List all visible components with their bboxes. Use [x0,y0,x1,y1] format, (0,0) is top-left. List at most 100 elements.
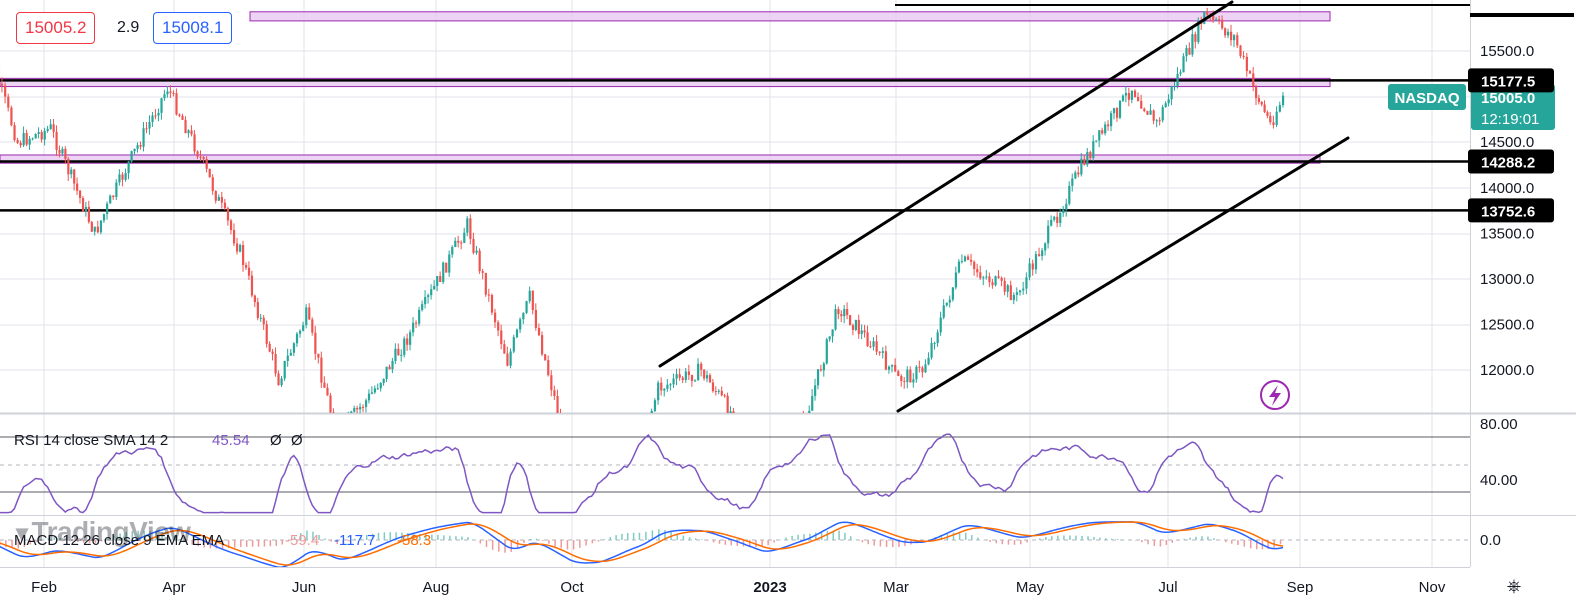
macd-hist-bar [1183,538,1185,540]
candle-body [918,366,921,368]
price-tick-label: 12000.0 [1480,362,1534,379]
macd-hist-bar [541,540,544,541]
candle-body [490,294,494,313]
candle-body [305,307,308,326]
macd-hist-bar [1207,536,1209,540]
macd-hist-bar [1026,540,1028,543]
candle-body [787,439,789,446]
candle-body [277,373,280,386]
candle-body [1146,111,1149,115]
candle-body [751,445,753,456]
channel-upper-line[interactable] [658,0,1234,368]
candle-body [1275,111,1278,125]
rsi-panel[interactable]: RSI 14 close SMA 14 2 45.54 Ø Ø 80.00 40… [0,416,1518,514]
candle-body [466,218,469,233]
horizontal-levels[interactable] [0,79,1470,212]
macd-hist-bar [603,539,606,540]
flash-icon[interactable] [1260,380,1290,410]
bid-price-box[interactable]: 15005.2 [16,12,96,44]
macd-hist-bar [233,540,236,548]
candle-body [163,94,166,99]
macd-hist-bar [1032,540,1035,541]
macd-hist-bar [791,535,793,540]
macd-hist-bar [597,540,600,542]
candle-body [90,221,93,232]
macd-hist-bar [867,540,869,545]
candle-body [184,119,187,134]
candle-body [308,307,311,320]
macd-hist-bar [645,531,647,540]
macd-hist-bar [1001,540,1004,545]
candle-body [1056,216,1059,223]
macd-hist-bar [1063,535,1065,540]
trend-channel[interactable] [658,0,1350,413]
macd-hist-bar [1093,536,1095,540]
macd-hist-bar [797,534,799,540]
macd-hist-bar [324,538,326,540]
candle-body [81,197,85,212]
candle-body [903,381,906,383]
candle-body [433,285,436,290]
candle-body [857,319,860,334]
candle-body [900,376,903,382]
candle-body [840,314,843,317]
time-axis[interactable]: Feb Apr Jun Aug Oct 2023 Mar May Jul Sep Nov [31,579,1446,596]
candle-body [1255,86,1258,99]
chart-settings-icon[interactable]: ⎈ [1500,574,1528,598]
macd-hist-bar [535,538,538,540]
candle-body [802,417,804,420]
macd-hist-bar [269,540,272,547]
macd-hist-bar [1225,540,1227,543]
macd-hist-bar [627,533,629,540]
candle-body [720,390,723,396]
macd-hist-bar [443,535,445,540]
candle-body [808,410,811,413]
candle-body [553,390,556,396]
ask-price-box[interactable]: 15008.1 [153,12,233,44]
candle-body [214,191,217,201]
macd-hist-bar [560,540,563,549]
candle-body [115,182,118,198]
candle-body [347,414,349,424]
candle-body [448,254,451,273]
candle-body [478,250,481,272]
candle-body [49,124,52,129]
candle-body [1053,216,1056,220]
candle-body [338,427,340,437]
macd-hist-bar [548,540,550,544]
price-tick-label: 13500.0 [1480,225,1534,242]
candle-body [0,83,4,86]
candle-body [909,369,912,383]
candle-body [584,476,586,479]
candle-body [1263,104,1266,113]
candle-body [457,240,460,243]
time-tick-label: Oct [560,579,584,596]
candle-body [439,276,442,283]
candle-body [394,348,397,362]
candle-body [1124,93,1128,96]
zone-rect[interactable] [249,11,1331,22]
price-tick-label: 14000.0 [1480,180,1534,197]
candle-body [415,322,418,324]
macd-hist-bar [701,539,703,540]
candle-body [796,423,798,432]
candle-body [451,246,454,255]
candle-body [851,325,855,330]
chart-canvas[interactable]: 15500.015000.014500.014000.013500.013000… [0,0,1576,605]
time-tick-label: Jul [1158,579,1177,596]
candle-body [442,262,445,283]
candle-body [19,142,22,146]
macd-panel[interactable]: MACD 12 26 close 9 EMA EMA -59.4 -117.7 … [0,521,1501,567]
candle-body [1170,85,1173,100]
candle-body [1185,48,1188,57]
macd-hist-bar [885,540,888,547]
candle-body [370,392,374,394]
macd-hist-bar [1051,536,1053,540]
candle-body [236,243,239,252]
candle-body [781,456,783,458]
candle-body [274,353,277,374]
candle-body [550,375,553,391]
macd-hist-bar [1165,540,1168,545]
candle-body [1188,48,1191,55]
candle-body [445,262,448,273]
